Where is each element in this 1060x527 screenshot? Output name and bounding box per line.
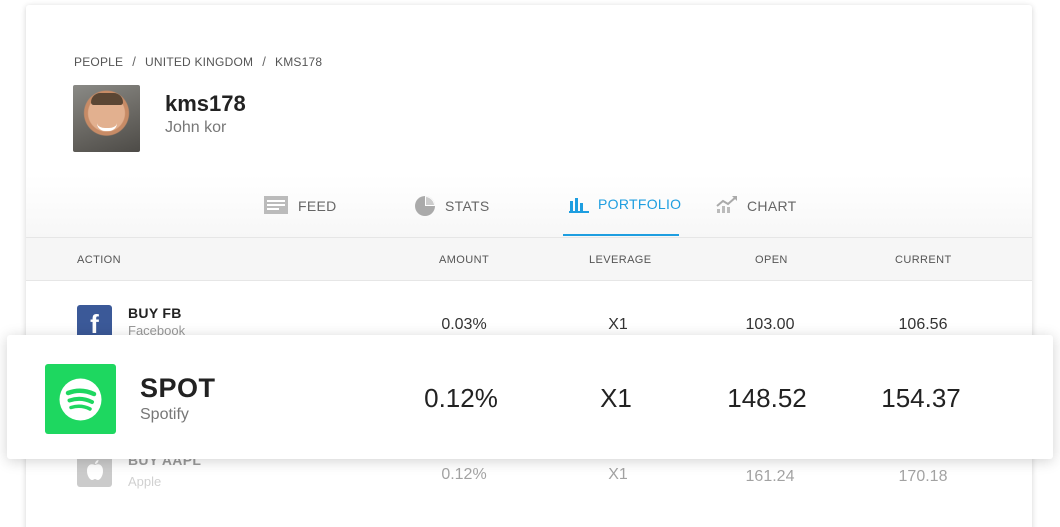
line-chart-icon xyxy=(716,195,738,216)
breadcrumb-people[interactable]: PEOPLE xyxy=(74,55,123,69)
tab-label: CHART xyxy=(747,198,797,214)
header-open[interactable]: OPEN xyxy=(755,254,788,266)
breadcrumb-separator: / xyxy=(262,54,266,69)
avatar[interactable] xyxy=(73,85,140,152)
header-action[interactable]: ACTION xyxy=(77,254,121,266)
row-subtitle: Spotify xyxy=(140,406,189,423)
tab-feed[interactable]: FEED xyxy=(263,195,337,237)
row-amount: 0.12% xyxy=(424,383,498,413)
row-open: 148.52 xyxy=(727,383,807,413)
header-leverage[interactable]: LEVERAGE xyxy=(589,254,652,266)
row-leverage: X1 xyxy=(608,466,628,483)
header-current[interactable]: CURRENT xyxy=(895,254,952,266)
tab-label: STATS xyxy=(445,198,490,214)
highlighted-row[interactable]: SPOT Spotify 0.12% X1 148.52 154.37 xyxy=(7,335,1053,459)
tab-bar xyxy=(26,175,1032,237)
bar-chart-icon xyxy=(569,195,589,216)
row-title: SPOT xyxy=(140,373,216,403)
spotify-icon xyxy=(45,364,116,434)
table-header xyxy=(26,237,1032,281)
tab-label: PORTFOLIO xyxy=(598,196,682,212)
row-amount: 0.03% xyxy=(441,316,487,333)
real-name: John kor xyxy=(165,119,227,136)
row-leverage: X1 xyxy=(608,316,628,333)
pie-chart-icon xyxy=(414,195,436,220)
row-open: 103.00 xyxy=(745,316,795,333)
header-amount[interactable]: AMOUNT xyxy=(439,254,489,266)
row-subtitle: Apple xyxy=(128,474,162,489)
tab-stats[interactable]: STATS xyxy=(414,195,490,237)
username: kms178 xyxy=(165,91,246,116)
tab-label: FEED xyxy=(298,198,337,214)
active-tab-indicator xyxy=(563,234,679,236)
breadcrumb-country[interactable]: UNITED KINGDOM xyxy=(145,55,253,69)
row-current: 106.56 xyxy=(898,316,948,333)
breadcrumb: PEOPLE / UNITED KINGDOM / KMS178 xyxy=(74,54,322,69)
row-amount: 0.12% xyxy=(441,466,487,483)
row-leverage: X1 xyxy=(600,383,632,413)
breadcrumb-user: KMS178 xyxy=(275,54,323,69)
row-current: 170.18 xyxy=(898,468,948,485)
row-open: 161.24 xyxy=(745,468,795,485)
tab-chart[interactable]: CHART xyxy=(716,195,796,237)
row-current: 154.37 xyxy=(881,383,961,413)
tab-portfolio[interactable]: PORTFOLIO xyxy=(569,195,681,237)
row-title: BUY FB xyxy=(128,305,182,321)
breadcrumb-separator: / xyxy=(132,54,137,69)
feed-icon xyxy=(263,195,289,218)
